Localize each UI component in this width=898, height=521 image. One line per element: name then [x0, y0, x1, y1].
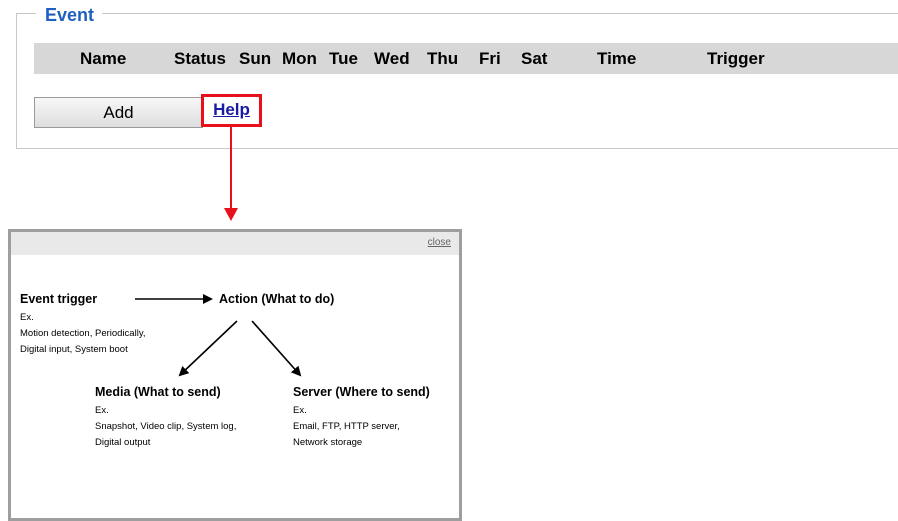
server-line-2: Email, FTP, HTTP server, [293, 421, 400, 432]
arrow-action-to-server [251, 320, 302, 377]
trigger-title: Event trigger [20, 292, 98, 306]
server-title: Server (Where to send) [293, 385, 430, 399]
trigger-line-2: Motion detection, Periodically, [20, 328, 146, 339]
media-line-2: Snapshot, Video clip, System log, [95, 421, 237, 432]
media-line-1: Ex. [95, 405, 109, 416]
trigger-line-3: Digital input, System boot [20, 344, 128, 355]
media-title: Media (What to send) [95, 385, 221, 399]
server-line-3: Network storage [293, 437, 363, 448]
trigger-line-1: Ex. [20, 312, 34, 323]
action-title: Action (What to do) [219, 292, 335, 306]
flow-arrows [135, 294, 302, 377]
arrow-action-to-media [178, 320, 238, 377]
server-line-1: Ex. [293, 405, 307, 416]
media-line-3: Digital output [95, 437, 151, 448]
help-popup: close Event trigger Ex. Motion detection… [8, 229, 462, 521]
